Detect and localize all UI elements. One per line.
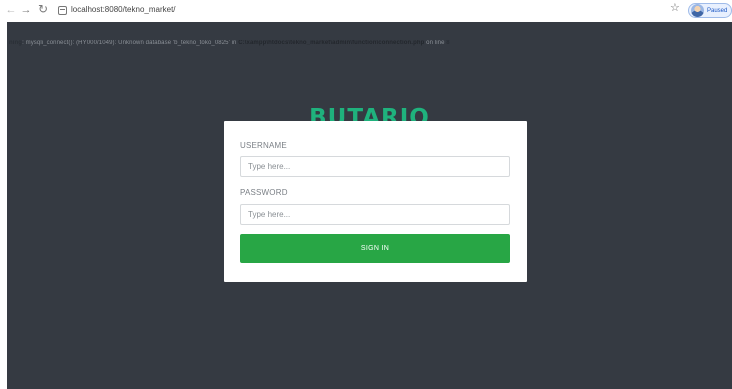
password-input[interactable] [240, 204, 510, 225]
php-warning-message: ning: mysqli_connect(): (HY000/1049): Un… [9, 40, 729, 50]
address-bar-url[interactable]: localhost:8080/tekno_market/ [71, 5, 176, 14]
bookmark-star-icon[interactable]: ☆ [670, 3, 680, 14]
site-info-icon[interactable] [58, 6, 67, 15]
warning-file-path: C:\xampp\htdocs\tekno_market\admin\funct… [238, 40, 425, 46]
forward-arrow-icon[interactable]: → [19, 3, 33, 17]
password-label: PASSWORD [240, 188, 288, 197]
warning-text: : mysqli_connect(): (HY000/1049): Unknow… [22, 40, 239, 46]
back-arrow-icon[interactable]: ← [4, 3, 18, 17]
warning-prefix: ning [9, 40, 23, 46]
avatar-icon [691, 4, 704, 17]
browser-toolbar: ← → ↻ localhost:8080/tekno_market/ ☆ Pau… [0, 0, 732, 22]
warning-suffix: on line [424, 40, 447, 46]
username-label: USERNAME [240, 141, 287, 150]
page-content: ning: mysqli_connect(): (HY000/1049): Un… [7, 22, 732, 389]
profile-button[interactable]: Paused [688, 3, 732, 18]
username-input[interactable] [240, 156, 510, 177]
warning-line-number: 8 [446, 40, 450, 46]
sign-in-button[interactable]: SIGN IN [240, 234, 510, 263]
login-form: USERNAME PASSWORD SIGN IN [224, 121, 527, 282]
profile-status: Paused [707, 7, 728, 14]
reload-icon[interactable]: ↻ [36, 2, 50, 16]
